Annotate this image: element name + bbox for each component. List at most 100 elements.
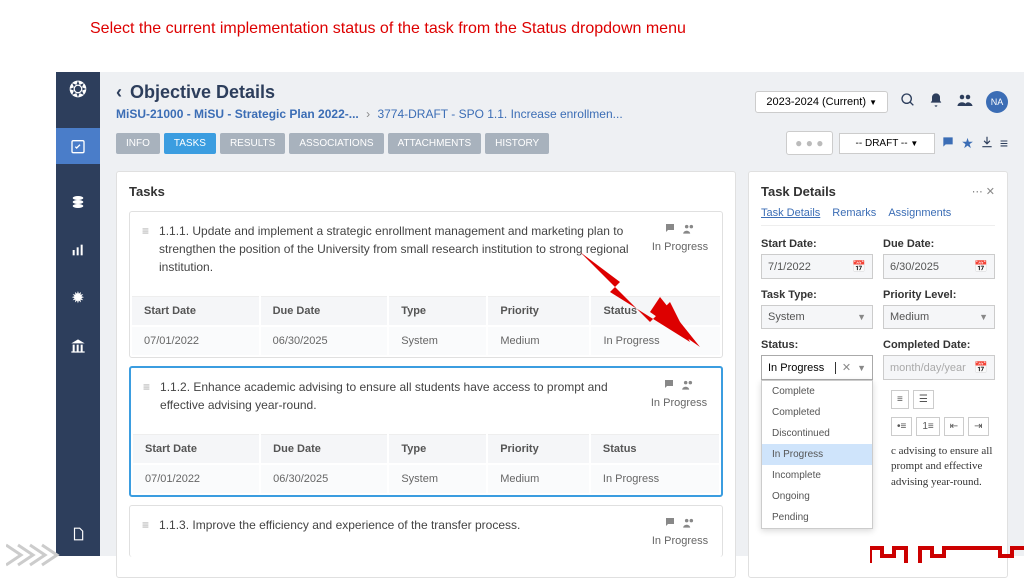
search-icon[interactable] <box>900 92 916 111</box>
start-date-input[interactable]: 7/1/2022📅 <box>761 254 873 279</box>
tabs-row: INFO TASKS RESULTS ASSOCIATIONS ATTACHME… <box>100 125 1024 161</box>
status-label: Status: <box>761 339 873 351</box>
rich-text-toolbar: ≡ ☰ <box>891 390 995 409</box>
task-card[interactable]: ≡ 1.1.2. Enhance academic advising to en… <box>129 366 723 497</box>
indent-icon[interactable]: ⇥ <box>968 417 988 436</box>
decorative-castle <box>870 538 1024 568</box>
nav-plans-icon[interactable] <box>56 128 100 164</box>
status-option[interactable]: In Progress <box>762 444 872 465</box>
tab-associations[interactable]: ASSOCIATIONS <box>289 133 383 154</box>
status-option[interactable]: Pending <box>762 507 872 528</box>
task-title: 1.1.2. Enhance academic advising to ensu… <box>160 378 639 414</box>
rich-text-toolbar: •≡ 1≡ ⇤ ⇥ <box>891 417 995 436</box>
comment-icon[interactable] <box>941 135 955 152</box>
chevron-down-icon: ▼ <box>979 312 988 322</box>
tab-history[interactable]: HISTORY <box>485 133 549 154</box>
instruction-text: Select the current implementation status… <box>0 0 1024 48</box>
table-row: 07/01/202206/30/2025SystemMediumIn Progr… <box>132 327 720 355</box>
bell-icon[interactable] <box>928 92 944 111</box>
more-actions-button[interactable]: ● ● ● <box>786 131 832 155</box>
drag-handle-icon[interactable]: ≡ <box>142 516 149 547</box>
status-selector[interactable]: -- DRAFT -- ▼ <box>839 133 936 154</box>
calendar-icon[interactable]: 📅 <box>974 361 988 374</box>
task-status: In Progress <box>650 535 710 547</box>
task-status: In Progress <box>650 241 710 253</box>
outdent-icon[interactable]: ⇤ <box>944 417 964 436</box>
subtab-remarks[interactable]: Remarks <box>832 207 876 219</box>
list-ul-icon[interactable]: •≡ <box>891 417 912 436</box>
users-icon[interactable] <box>681 378 695 395</box>
task-status: In Progress <box>649 397 709 409</box>
sidebar-nav: ❂ ✹ <box>56 72 100 556</box>
tab-attachments[interactable]: ATTACHMENTS <box>388 133 482 154</box>
avatar[interactable]: NA <box>986 91 1008 113</box>
nav-institution-icon[interactable] <box>68 336 88 356</box>
priority-label: Priority Level: <box>883 289 995 301</box>
hamburger-icon[interactable]: ≡ <box>1000 135 1008 151</box>
status-select[interactable]: In Progress ✕ ▼ <box>761 355 873 380</box>
tab-results[interactable]: RESULTS <box>220 133 285 154</box>
details-title: Task Details <box>761 184 836 199</box>
due-date-input[interactable]: 6/30/2025📅 <box>883 254 995 279</box>
calendar-icon[interactable]: 📅 <box>852 260 866 273</box>
main-content: ‹ Objective Details MiSU-21000 - MiSU - … <box>100 72 1024 556</box>
nav-chart-icon[interactable] <box>68 240 88 260</box>
priority-select[interactable]: Medium▼ <box>883 305 995 329</box>
tasks-panel-title: Tasks <box>129 184 723 199</box>
year-selector[interactable]: 2023-2024 (Current) ▼ <box>755 91 888 113</box>
calendar-icon[interactable]: 📅 <box>974 260 988 273</box>
status-option[interactable]: Discontinued <box>762 423 872 444</box>
nav-badge-icon[interactable]: ✹ <box>68 288 88 308</box>
tasks-panel: Tasks ≡ 1.1.1. Update and implement a st… <box>116 171 736 578</box>
task-card[interactable]: ≡ 1.1.1. Update and implement a strategi… <box>129 211 723 358</box>
close-icon[interactable]: ✕ <box>986 186 995 198</box>
nav-stack-icon[interactable] <box>68 192 88 212</box>
page-title: Objective Details <box>130 82 275 103</box>
breadcrumb: MiSU-21000 - MiSU - Strategic Plan 2022-… <box>116 107 623 121</box>
breadcrumb-objective[interactable]: 3774-DRAFT - SPO 1.1. Increase enrollmen… <box>377 107 622 121</box>
task-type-select[interactable]: System▼ <box>761 305 873 329</box>
completed-date-label: Completed Date: <box>883 339 995 351</box>
list-ol-icon[interactable]: 1≡ <box>916 417 939 436</box>
status-option[interactable]: Incomplete <box>762 465 872 486</box>
task-details-panel: Task Details ⋯ ✕ Task Details Remarks As… <box>748 171 1008 578</box>
status-option[interactable]: Completed <box>762 402 872 423</box>
users-icon[interactable] <box>682 222 696 239</box>
align-left-icon[interactable]: ≡ <box>891 390 909 409</box>
decorative-chevrons <box>6 540 86 570</box>
description-text: c advising to ensure all prompt and effe… <box>891 444 995 490</box>
clear-icon[interactable]: ✕ <box>842 361 851 374</box>
star-icon[interactable]: ★ <box>961 135 974 152</box>
chevron-down-icon: ▼ <box>857 363 866 373</box>
due-date-label: Due Date: <box>883 238 995 250</box>
users-icon[interactable] <box>956 91 974 112</box>
tab-tasks[interactable]: TASKS <box>164 133 216 154</box>
task-type-label: Task Type: <box>761 289 873 301</box>
breadcrumb-plan[interactable]: MiSU-21000 - MiSU - Strategic Plan 2022-… <box>116 107 359 121</box>
chevron-down-icon: ▼ <box>857 312 866 322</box>
tab-info[interactable]: INFO <box>116 133 160 154</box>
table-row: 07/01/202206/30/2025SystemMediumIn Progr… <box>133 465 719 493</box>
page-header: ‹ Objective Details MiSU-21000 - MiSU - … <box>100 72 1024 125</box>
subtab-assignments[interactable]: Assignments <box>888 207 951 219</box>
comment-icon[interactable] <box>664 222 676 239</box>
status-option[interactable]: Ongoing <box>762 486 872 507</box>
logo-icon[interactable]: ❂ <box>68 80 88 100</box>
status-dropdown: Complete Completed Discontinued In Progr… <box>761 380 873 529</box>
users-icon[interactable] <box>682 516 696 533</box>
completed-date-input[interactable]: month/day/year📅 <box>883 355 995 380</box>
task-title: 1.1.1. Update and implement a strategic … <box>159 222 640 276</box>
drag-handle-icon[interactable]: ≡ <box>143 378 150 414</box>
status-option[interactable]: Complete <box>762 381 872 402</box>
task-card[interactable]: ≡ 1.1.3. Improve the efficiency and expe… <box>129 505 723 557</box>
start-date-label: Start Date: <box>761 238 873 250</box>
drag-handle-icon[interactable]: ≡ <box>142 222 149 276</box>
download-icon[interactable] <box>980 135 994 152</box>
back-chevron-icon[interactable]: ‹ <box>116 82 122 103</box>
comment-icon[interactable] <box>664 516 676 533</box>
align-justify-icon[interactable]: ☰ <box>913 390 934 409</box>
more-icon[interactable]: ⋯ <box>972 186 983 198</box>
comment-icon[interactable] <box>663 378 675 395</box>
subtab-details[interactable]: Task Details <box>761 207 820 219</box>
task-title: 1.1.3. Improve the efficiency and experi… <box>159 516 640 534</box>
